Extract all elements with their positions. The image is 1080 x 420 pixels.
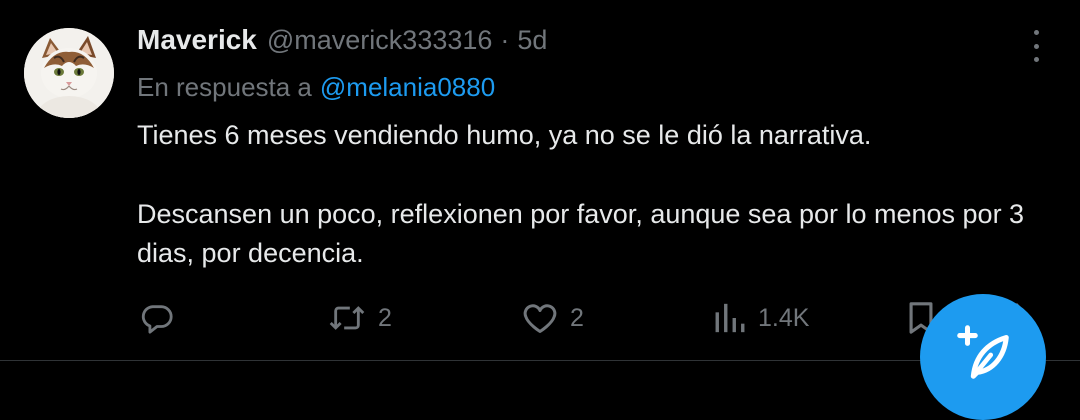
more-icon[interactable] [1024,30,1048,62]
avatar[interactable] [24,28,114,118]
author-name[interactable]: Maverick [137,24,257,56]
tweet-text-line-2: Descansen un poco, reflexionen por favor… [137,199,1025,268]
reply-icon [141,305,173,334]
views-button[interactable]: 1.4K [714,296,809,340]
reply-mention[interactable]: @melania0880 [320,72,495,102]
like-icon [523,304,557,333]
compose-icon [957,325,1009,379]
timestamp[interactable]: 5d [517,25,547,56]
reply-prefix: En respuesta a [137,72,312,102]
compose-button[interactable] [920,294,1046,420]
views-count: 1.4K [758,303,810,332]
retweet-icon [329,306,365,330]
retweet-button[interactable]: 2 [328,296,392,340]
like-button[interactable]: 2 [522,296,584,340]
divider [0,360,1080,361]
like-count: 2 [570,303,584,332]
tweet-actions: 2 2 1.4K [0,296,1080,340]
reply-context: En respuesta a @melania0880 [137,72,495,103]
views-icon [715,303,745,333]
tweet-text: Tienes 6 meses vendiendo humo, ya no se … [137,116,1037,273]
cat-avatar-icon [24,28,114,118]
tweet-header: Maverick @maverick333316 · 5d [137,24,547,60]
separator-dot: · [500,25,510,55]
author-handle[interactable]: @maverick333316 [267,25,493,56]
retweet-count: 2 [378,303,392,332]
tweet-text-line-1: Tienes 6 meses vendiendo humo, ya no se … [137,120,872,150]
reply-button[interactable] [140,296,186,340]
